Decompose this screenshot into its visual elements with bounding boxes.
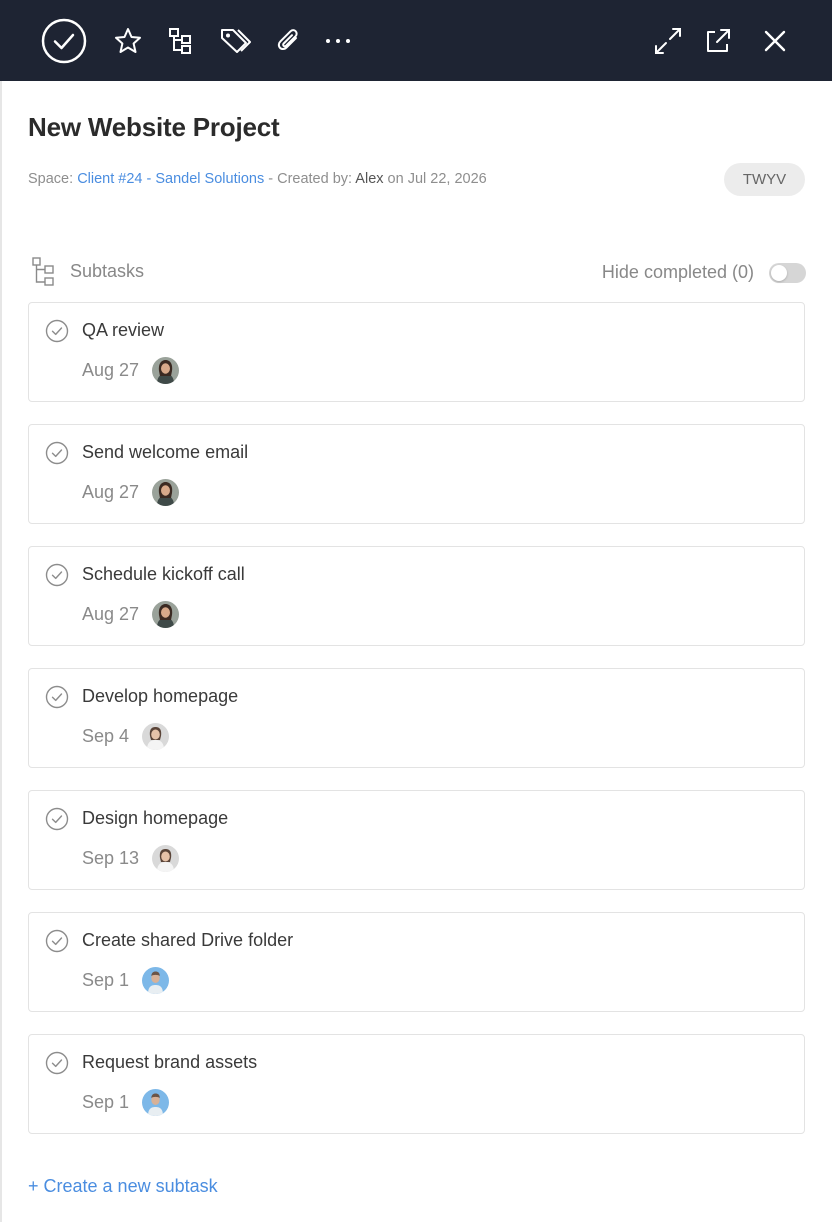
assignee-avatar[interactable] [142,1089,169,1116]
space-prefix: Space: [28,171,74,187]
toggle-knob [771,265,787,281]
subtasks-icon[interactable] [166,0,194,81]
assignee-avatar[interactable] [152,601,179,628]
hide-completed-label: Hide completed (0) [601,262,754,282]
subtask-due-date[interactable]: Sep 1 [82,970,129,991]
subtask-due-date[interactable]: Aug 27 [82,604,139,625]
subtask-card[interactable]: Create shared Drive folder Sep 1 [28,912,805,1012]
subtask-card[interactable]: Schedule kickoff call Aug 27 [28,546,805,646]
space-link[interactable]: Client #24 - Sandel Solutions [77,171,264,187]
subtask-name[interactable]: Create shared Drive folder [82,930,293,951]
subtask-card[interactable]: QA review Aug 27 [28,302,805,402]
subtask-card[interactable]: Send welcome email Aug 27 [28,424,805,524]
hide-completed-toggle[interactable] [769,263,806,283]
subtask-complete-check-icon[interactable] [45,1051,69,1075]
subtask-due-date[interactable]: Sep 13 [82,848,139,869]
subtask-name[interactable]: Develop homepage [82,686,238,707]
more-icon[interactable] [322,0,354,81]
subtask-name[interactable]: Send welcome email [82,442,248,463]
subtask-complete-check-icon[interactable] [45,319,69,343]
tag-icon[interactable] [218,0,252,81]
subtask-card[interactable]: Design homepage Sep 13 [28,790,805,890]
panel-left-edge [0,0,2,1222]
subtask-name[interactable]: Design homepage [82,808,228,829]
creator-name: Alex [355,171,384,187]
open-external-icon[interactable] [702,0,734,81]
subtask-card[interactable]: Develop homepage Sep 4 [28,668,805,768]
task-meta: Space: Client #24 - Sandel Solutions - C… [28,171,487,187]
complete-check-icon[interactable] [40,0,88,81]
task-id-badge[interactable]: TWYV [724,163,805,196]
subtask-name[interactable]: QA review [82,320,164,341]
subtask-complete-check-icon[interactable] [45,563,69,587]
subtask-due-date[interactable]: Aug 27 [82,482,139,503]
subtask-name[interactable]: Schedule kickoff call [82,564,245,585]
star-icon[interactable] [112,0,144,81]
task-title[interactable]: New Website Project [28,112,280,143]
subtask-name[interactable]: Request brand assets [82,1052,257,1073]
subtask-due-date[interactable]: Aug 27 [82,360,139,381]
subtask-complete-check-icon[interactable] [45,441,69,465]
assignee-avatar[interactable] [152,845,179,872]
subtasks-label: Subtasks [70,261,145,281]
subtasks-icon [32,257,54,292]
assignee-avatar[interactable] [142,967,169,994]
subtask-due-date[interactable]: Sep 1 [82,1092,129,1113]
created-date: on Jul 22, 2026 [387,171,487,187]
task-toolbar [0,0,832,81]
subtask-card[interactable]: Request brand assets Sep 1 [28,1034,805,1134]
expand-icon[interactable] [652,0,684,81]
close-icon[interactable] [760,0,790,81]
assignee-avatar[interactable] [152,357,179,384]
subtask-complete-check-icon[interactable] [45,685,69,709]
subtask-complete-check-icon[interactable] [45,929,69,953]
subtasks-header: Subtasks Hide completed (0) [28,255,806,291]
create-subtask-link[interactable]: + Create a new subtask [28,1176,218,1197]
assignee-avatar[interactable] [142,723,169,750]
assignee-avatar[interactable] [152,479,179,506]
subtask-due-date[interactable]: Sep 4 [82,726,129,747]
paperclip-icon[interactable] [274,0,304,81]
created-by-prefix: - Created by: [268,171,353,187]
subtask-complete-check-icon[interactable] [45,807,69,831]
